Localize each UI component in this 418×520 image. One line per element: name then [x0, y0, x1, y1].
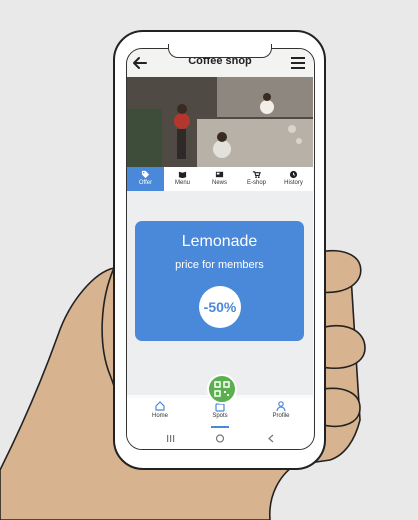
phone-screen: Coffee shop Offer Menu News E-shop Histo…	[126, 48, 315, 450]
tab-eshop[interactable]: E-shop	[238, 167, 275, 191]
nav-spots-label: Spots	[212, 413, 228, 419]
system-navigation-bar	[127, 428, 313, 449]
back-chevron-icon[interactable]	[268, 434, 274, 443]
tab-history[interactable]: History	[275, 167, 312, 191]
tab-offer-label: Offer	[138, 180, 153, 186]
tab-bar: Offer Menu News E-shop History	[127, 167, 313, 192]
offer-title: Lemonade	[181, 233, 258, 250]
tab-news[interactable]: News	[201, 167, 238, 191]
tab-menu-label: Menu	[174, 180, 190, 186]
nav-profile-label: Profile	[272, 413, 290, 419]
tab-news-label: News	[211, 180, 227, 186]
home-icon	[155, 401, 165, 411]
recent-apps-icon[interactable]	[167, 435, 175, 442]
hamburger-menu-icon[interactable]	[290, 56, 306, 70]
tab-menu[interactable]: Menu	[164, 167, 201, 191]
offer-content: Lemonade price for members -50%	[127, 191, 313, 395]
book-icon	[178, 171, 187, 179]
person-icon	[276, 401, 286, 412]
nav-home-label: Home	[151, 413, 168, 419]
nav-profile[interactable]: Profile	[261, 400, 301, 419]
qr-code-icon	[214, 381, 230, 397]
phone-notch	[168, 44, 272, 58]
offer-card[interactable]: Lemonade price for members -50%	[135, 221, 304, 341]
tab-offer[interactable]: Offer	[127, 167, 164, 191]
newspaper-icon	[215, 171, 224, 178]
back-arrow-icon[interactable]	[131, 54, 149, 72]
nav-home[interactable]: Home	[140, 400, 180, 419]
clock-icon	[289, 170, 298, 179]
discount-badge: -50%	[199, 286, 241, 328]
cart-icon	[252, 171, 261, 179]
tab-history-label: History	[284, 180, 303, 186]
tag-icon	[141, 170, 150, 179]
offer-subtitle: price for members	[175, 259, 264, 271]
tab-eshop-label: E-shop	[246, 180, 266, 186]
qr-code-button[interactable]	[207, 374, 237, 404]
home-circle-icon[interactable]	[215, 434, 225, 443]
